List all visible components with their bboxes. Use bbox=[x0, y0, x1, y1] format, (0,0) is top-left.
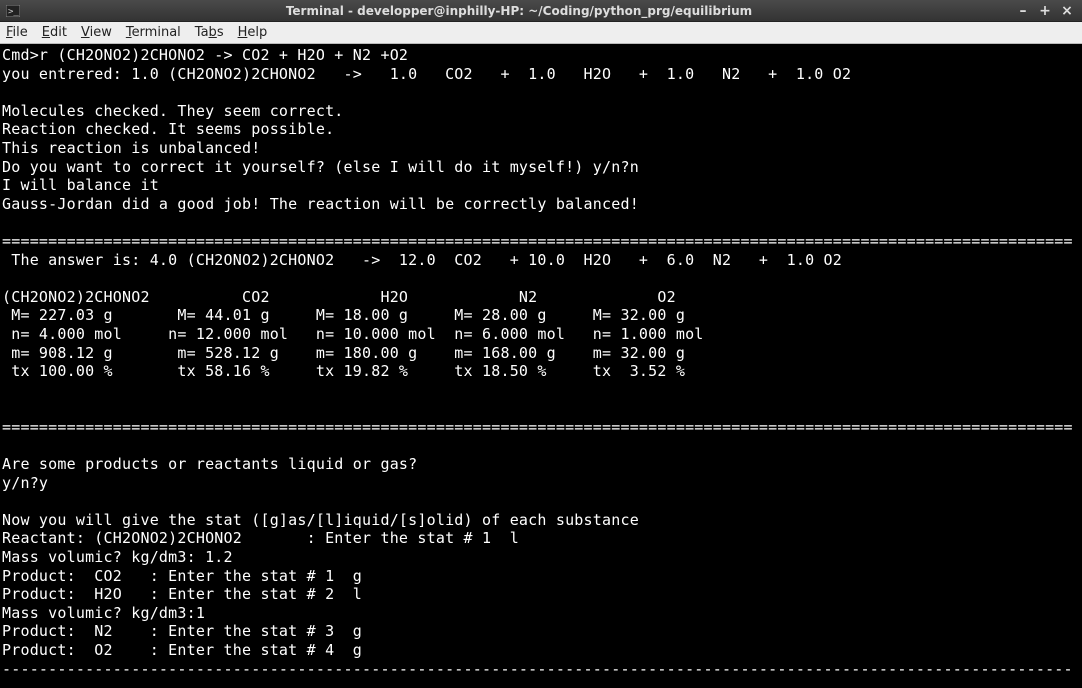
menu-help-rest: elp bbox=[247, 25, 267, 40]
menu-help[interactable]: Help bbox=[238, 25, 268, 40]
window-title: Terminal - developper@inphilly-HP: ~/Cod… bbox=[22, 4, 1016, 18]
window-controls: – + × bbox=[1016, 4, 1078, 18]
app-icon: >_ bbox=[4, 5, 22, 17]
menu-view[interactable]: View bbox=[81, 25, 112, 40]
terminal-output[interactable]: Cmd>r (CH2ONO2)2CHONO2 -> CO2 + H2O + N2… bbox=[0, 44, 1082, 688]
maximize-button[interactable]: + bbox=[1038, 4, 1052, 18]
menu-tabs[interactable]: Tabs bbox=[195, 25, 224, 40]
svg-text:>_: >_ bbox=[8, 7, 19, 17]
close-button[interactable]: × bbox=[1060, 4, 1074, 18]
menu-bar: File Edit View Terminal Tabs Help bbox=[0, 22, 1082, 44]
menu-terminal-rest: erminal bbox=[132, 25, 181, 40]
menu-edit-rest: dit bbox=[50, 25, 67, 40]
menu-file-rest: ile bbox=[13, 25, 28, 40]
terminal-window: >_ Terminal - developper@inphilly-HP: ~/… bbox=[0, 0, 1082, 688]
menu-file[interactable]: File bbox=[6, 25, 28, 40]
menu-terminal[interactable]: Terminal bbox=[126, 25, 181, 40]
menu-view-rest: iew bbox=[90, 25, 112, 40]
menu-tabs-rest: s bbox=[217, 25, 224, 40]
menu-edit[interactable]: Edit bbox=[42, 25, 67, 40]
window-titlebar[interactable]: >_ Terminal - developper@inphilly-HP: ~/… bbox=[0, 0, 1082, 22]
minimize-button[interactable]: – bbox=[1016, 4, 1030, 18]
